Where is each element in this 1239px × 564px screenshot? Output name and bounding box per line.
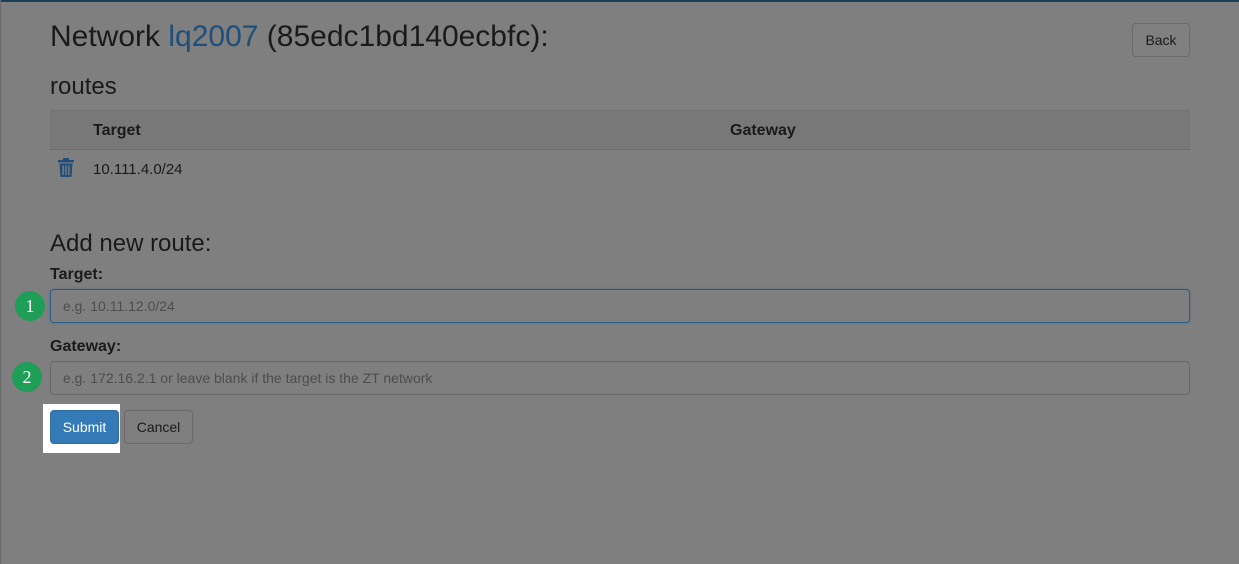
column-header-gateway: Gateway xyxy=(730,122,796,139)
routes-heading: routes xyxy=(50,73,117,100)
network-id: (85edc1bd140ecbfc): xyxy=(258,20,549,53)
left-border xyxy=(0,0,1,564)
page-title: Network lq2007 (85edc1bd140ecbfc): xyxy=(50,19,549,55)
step-badge-1: 1 xyxy=(15,291,45,321)
cancel-button[interactable]: Cancel xyxy=(124,410,193,444)
step-badge-2: 2 xyxy=(12,362,42,392)
table-row: 10.111.4.0/24 xyxy=(50,151,1190,189)
submit-button[interactable]: Submit xyxy=(50,410,119,444)
target-input[interactable] xyxy=(50,289,1190,323)
title-prefix: Network xyxy=(50,20,169,53)
column-header-target: Target xyxy=(93,122,141,139)
top-border xyxy=(0,0,1239,2)
route-target-cell: 10.111.4.0/24 xyxy=(93,161,183,178)
routes-table-header: Target Gateway xyxy=(50,110,1190,150)
back-button[interactable]: Back xyxy=(1132,23,1190,57)
target-label: Target: xyxy=(50,266,104,283)
trash-icon[interactable] xyxy=(57,158,75,178)
gateway-input[interactable] xyxy=(50,361,1190,395)
network-name-link[interactable]: lq2007 xyxy=(168,20,258,53)
add-route-heading: Add new route: xyxy=(50,230,212,257)
gateway-label: Gateway: xyxy=(50,338,122,355)
